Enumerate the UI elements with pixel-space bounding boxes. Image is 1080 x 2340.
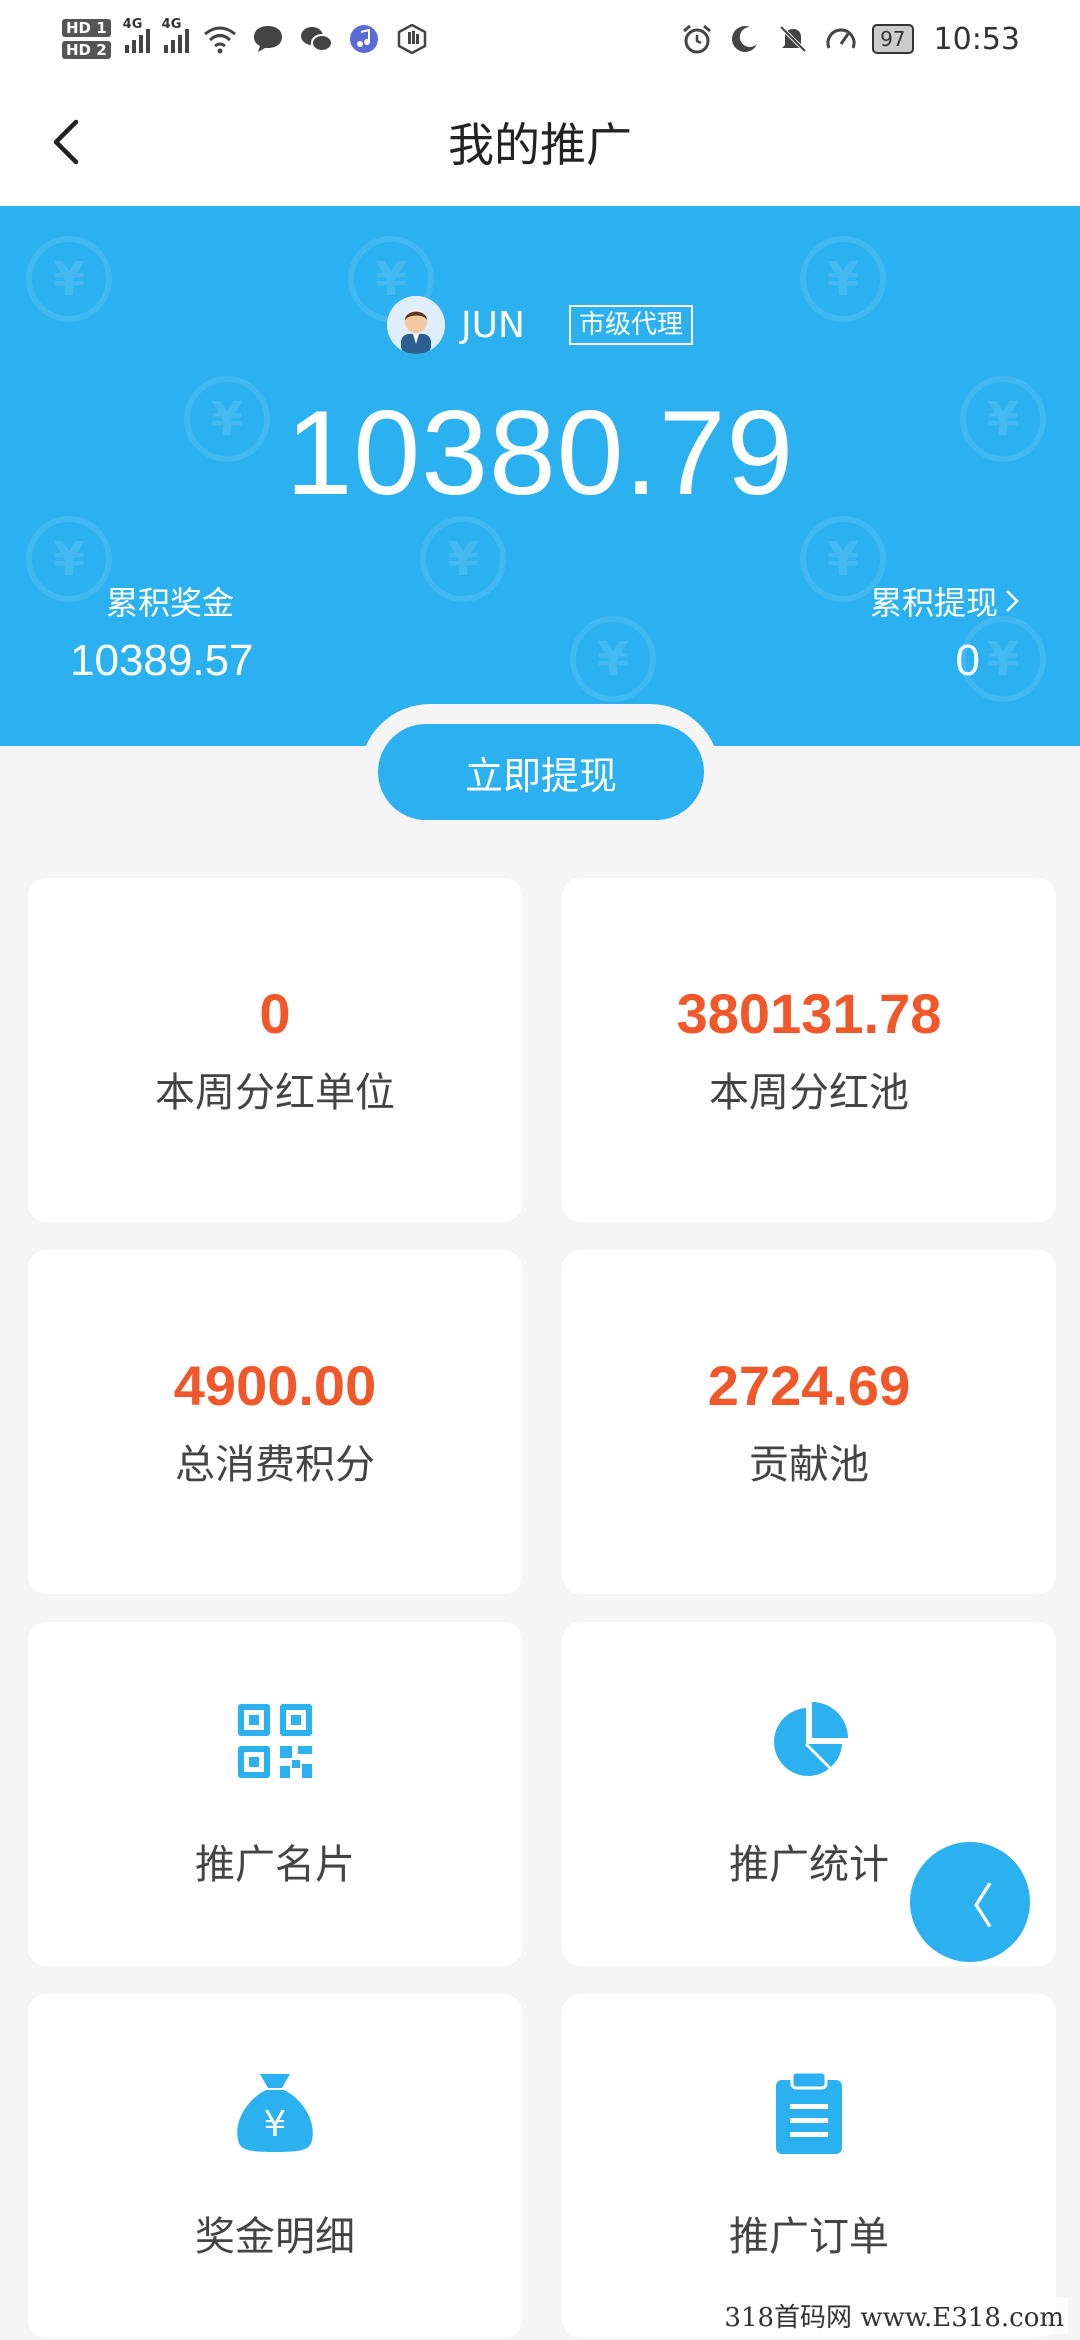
- stat-value: 380131.78: [676, 982, 942, 1045]
- network-1-label: 4G: [122, 17, 143, 32]
- level-badge: 市级代理: [568, 305, 693, 345]
- stat-card-dividend-pool: 380131.78 本周分红池: [562, 878, 1056, 1222]
- yen-watermark-icon: ¥: [570, 616, 656, 702]
- accumulated-withdraw[interactable]: 累积提现 0: [870, 578, 1020, 686]
- stat-label: 总消费积分: [175, 1442, 375, 1488]
- stat-card-dividend-units: 0 本周分红单位: [28, 878, 522, 1222]
- message-icon: [251, 22, 285, 56]
- stat-value: 4900.00: [173, 1354, 377, 1417]
- menu-promo-card[interactable]: 推广名片: [28, 1622, 522, 1966]
- stat-label: 本周分红池: [709, 1070, 909, 1116]
- username: JUN: [461, 304, 525, 346]
- accumulated-withdraw-label: 累积提现: [869, 584, 998, 622]
- accumulated-bonus-value: 10389.57: [70, 636, 254, 685]
- withdraw-button[interactable]: 立即提现: [378, 724, 704, 820]
- site-watermark: 318首码网 www.E318.com: [720, 2297, 1068, 2334]
- accumulated-bonus: 累积奖金 10389.57: [70, 578, 254, 686]
- qr-code-icon: [238, 1704, 312, 1778]
- mute-bell-icon: [776, 22, 810, 56]
- floating-collapse-button[interactable]: 〈: [910, 1842, 1030, 1962]
- moon-icon: [728, 22, 762, 56]
- status-bar: HD 1 HD 2 4G 4G 97 10:53: [0, 0, 1080, 78]
- signal-1-icon: 4G: [123, 17, 150, 53]
- avatar[interactable]: [387, 296, 446, 354]
- navigation-bar: 我的推广: [0, 78, 1080, 206]
- chevron-left-icon: [53, 119, 79, 165]
- accumulated-withdraw-label-row: 累积提现: [870, 578, 1020, 624]
- alarm-icon: [680, 22, 714, 56]
- battery-indicator: 97: [872, 24, 914, 54]
- stat-card-consumption-points: 4900.00 总消费积分: [28, 1250, 522, 1594]
- accumulated-withdraw-value: 0: [955, 636, 980, 685]
- money-bag-icon: ¥: [237, 2074, 313, 2152]
- stat-card-contribution-pool: 2724.69 贡献池: [562, 1250, 1056, 1594]
- menu-label: 奖金明细: [195, 2214, 355, 2260]
- menu-bonus-details[interactable]: ¥ 奖金明细: [28, 1994, 522, 2338]
- clipboard-icon: [776, 2070, 842, 2154]
- clock: 10:53: [933, 21, 1020, 57]
- stat-label: 本周分红单位: [155, 1070, 395, 1116]
- pie-chart-icon: [774, 1702, 848, 1776]
- hd1-badge: HD 1: [62, 19, 111, 37]
- wechat-icon: [299, 22, 333, 56]
- hand-icon: [395, 22, 429, 56]
- chevron-right-icon: [1006, 590, 1019, 612]
- status-right: 97 10:53: [680, 22, 1020, 57]
- speedometer-icon: [824, 22, 858, 56]
- menu-label: 推广统计: [729, 1842, 889, 1888]
- signal-2-icon: 4G: [162, 17, 189, 53]
- status-left: HD 1 HD 2 4G 4G: [62, 17, 429, 59]
- user-info: JUN 市级代理: [0, 296, 1080, 354]
- menu-label: 推广订单: [729, 2214, 889, 2260]
- yen-watermark-icon: ¥: [420, 516, 506, 602]
- balance-hero: ¥ ¥ ¥ ¥ ¥ ¥ ¥ ¥ ¥ ¥ JUN 市级代理 10380.79 累积…: [0, 206, 1080, 746]
- network-2-label: 4G: [161, 17, 182, 32]
- hd2-badge: HD 2: [62, 41, 111, 59]
- back-button[interactable]: [40, 114, 96, 170]
- wifi-icon: [203, 22, 237, 56]
- accumulated-bonus-label: 累积奖金: [106, 584, 235, 622]
- stat-label: 贡献池: [749, 1442, 869, 1488]
- menu-promo-orders[interactable]: 推广订单: [562, 1994, 1056, 2338]
- stat-value: 2724.69: [707, 1354, 911, 1417]
- stat-value: 0: [259, 982, 291, 1045]
- svg-text:¥: ¥: [264, 2104, 287, 2145]
- music-icon: [347, 22, 381, 56]
- current-balance: 10380.79: [285, 386, 795, 520]
- hd-indicators: HD 1 HD 2: [62, 19, 111, 59]
- menu-label: 推广名片: [195, 1842, 355, 1888]
- page-title: 我的推广: [448, 118, 632, 172]
